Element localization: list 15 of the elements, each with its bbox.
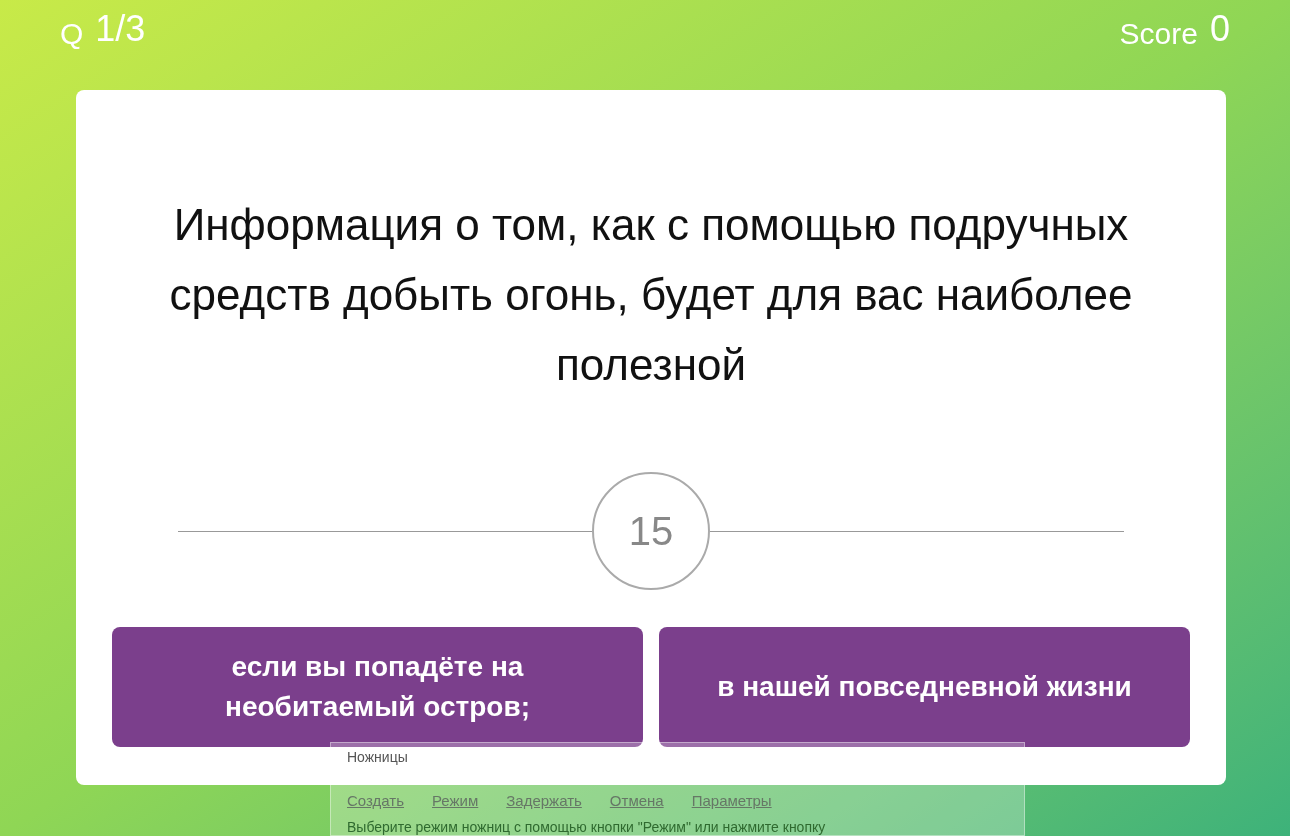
hint-text: Выберите режим ножниц с помощью кнопки "Режим" или нажмите кнопку xyxy=(347,817,827,836)
toolbar-button[interactable]: Создать xyxy=(347,790,404,813)
timer: 15 xyxy=(592,472,710,590)
score-value: 0 xyxy=(1209,7,1230,51)
question-text: Информация о том, как с помощью подручных средств добыть огонь, будет для вас наиболее полезной xyxy=(168,199,1134,391)
question-counter: 1/3 xyxy=(95,7,146,51)
question-label: Q xyxy=(60,16,84,52)
window-title: Ножницы xyxy=(347,748,409,767)
toolbar-button[interactable]: Параметры xyxy=(691,790,772,813)
toolbar-button[interactable]: Режим xyxy=(432,790,479,813)
toolbar-button[interactable]: Задержать xyxy=(506,790,582,813)
answer-button[interactable]: в нашей повседневной жизни xyxy=(659,627,1190,747)
answer-button[interactable]: если вы попадёте на необитаемый остров; xyxy=(112,627,643,747)
toolbar-button[interactable]: Отмена xyxy=(609,790,664,813)
score-label: Score xyxy=(1119,16,1198,52)
